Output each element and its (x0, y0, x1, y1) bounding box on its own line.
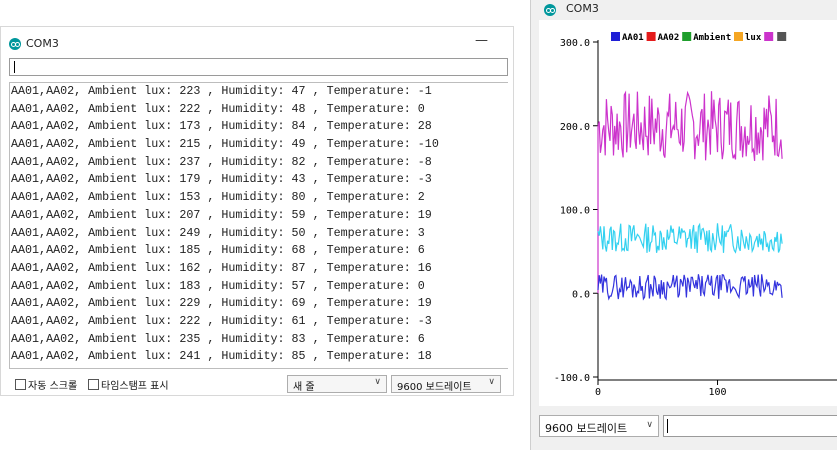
y-tick-label: -100.0 (554, 373, 590, 384)
serial-line: AA01,AA02, Ambient lux: 235 , Humidity: … (11, 331, 425, 346)
serial-line: AA01,AA02, Ambient lux: 185 , Humidity: … (11, 243, 425, 258)
legend-swatch (646, 32, 656, 41)
send-input[interactable] (9, 58, 508, 76)
status-bar: 자동 스크롤 타임스탬프 표시 새 줄 ∨ 9600 보드레이트 ∨ (1, 371, 513, 397)
serial-line: AA01,AA02, Ambient lux: 223 , Humidity: … (11, 84, 432, 98)
window-title: COM3 (566, 2, 599, 15)
baud-rate-value: 9600 보드레이트 (545, 422, 628, 435)
series-line (597, 222, 783, 254)
send-input[interactable] (663, 415, 837, 437)
plot-canvas: 300.0 200.0 100.0 0.0 -100.0 0 100 AA01 AA02 Ambi… (539, 20, 837, 406)
autoscroll-checkbox[interactable] (15, 379, 26, 390)
legend-swatch (734, 32, 743, 41)
legend-swatch (682, 32, 692, 41)
legend-swatch (777, 32, 787, 41)
autoscroll-label: 자동 스크롤 (28, 381, 78, 392)
line-ending-select[interactable]: 새 줄 ∨ (287, 375, 387, 393)
series-line (597, 274, 783, 301)
legend-label: Ambient (693, 32, 731, 43)
serial-line: AA01,AA02, Ambient lux: 222 , Humidity: … (11, 101, 425, 116)
legend-label: AA01 (622, 33, 644, 43)
x-tick-label: 0 (595, 387, 601, 398)
arduino-icon (9, 38, 21, 50)
serial-output[interactable]: AA01,AA02, Ambient lux: 223 , Humidity: … (9, 82, 508, 369)
y-tick-label: 0.0 (572, 289, 590, 300)
legend-label: lux (745, 33, 762, 43)
serial-line: AA01,AA02, Ambient lux: 179 , Humidity: … (11, 172, 432, 187)
y-tick-label: 100.0 (560, 206, 590, 217)
chevron-down-icon: ∨ (374, 377, 381, 387)
window-title: COM3 (26, 37, 59, 50)
chevron-down-icon: ∨ (646, 420, 653, 430)
chevron-down-icon: ∨ (488, 377, 495, 387)
serial-line: AA01,AA02, Ambient lux: 241 , Humidity: … (11, 349, 432, 364)
arduino-icon (544, 4, 556, 16)
baud-rate-select[interactable]: 9600 보드레이트 ∨ (391, 375, 501, 393)
line-ending-value: 새 줄 (293, 382, 315, 393)
serial-line: AA01,AA02, Ambient lux: 153 , Humidity: … (11, 190, 425, 205)
legend-label: AA02 (658, 33, 680, 43)
legend-swatch (764, 32, 774, 41)
serial-plotter-window: COM3 300.0 200.0 100.0 0.0 -100.0 0 100 AA01 AA0… (530, 0, 837, 450)
serial-line: AA01,AA02, Ambient lux: 222 , Humidity: … (11, 313, 432, 328)
title-bar: COM3 — (1, 27, 513, 57)
serial-line: AA01,AA02, Ambient lux: 249 , Humidity: … (11, 225, 425, 240)
text-caret (14, 61, 15, 73)
serial-line: AA01,AA02, Ambient lux: 215 , Humidity: … (11, 137, 439, 152)
baud-rate-select[interactable]: 9600 보드레이트 ∨ (539, 415, 659, 437)
x-tick-label: 100 (708, 387, 726, 398)
y-tick-label: 300.0 (560, 38, 590, 49)
serial-line: AA01,AA02, Ambient lux: 173 , Humidity: … (11, 119, 432, 134)
y-tick-label: 200.0 (560, 122, 590, 133)
serial-line: AA01,AA02, Ambient lux: 229 , Humidity: … (11, 296, 432, 311)
timestamp-label: 타임스탬프 표시 (101, 381, 169, 392)
series-line (597, 90, 783, 294)
plot-chart: 300.0 200.0 100.0 0.0 -100.0 0 100 AA01 AA02 Ambi… (554, 32, 837, 398)
plotter-bottom-bar: 9600 보드레이트 ∨ (539, 408, 837, 448)
timestamp-checkbox[interactable] (88, 379, 99, 390)
serial-monitor-window: COM3 — AA01,AA02, Ambient lux: 223 , Hum… (0, 26, 514, 396)
serial-line: AA01,AA02, Ambient lux: 162 , Humidity: … (11, 260, 432, 275)
text-caret (667, 419, 668, 433)
baud-rate-value: 9600 보드레이트 (397, 382, 472, 393)
serial-line: AA01,AA02, Ambient lux: 237 , Humidity: … (11, 154, 432, 169)
serial-line: AA01,AA02, Ambient lux: 207 , Humidity: … (11, 207, 432, 222)
legend-swatch (611, 32, 620, 41)
minimize-button[interactable]: — (475, 33, 488, 48)
serial-line: AA01,AA02, Ambient lux: 183 , Humidity: … (11, 278, 425, 293)
